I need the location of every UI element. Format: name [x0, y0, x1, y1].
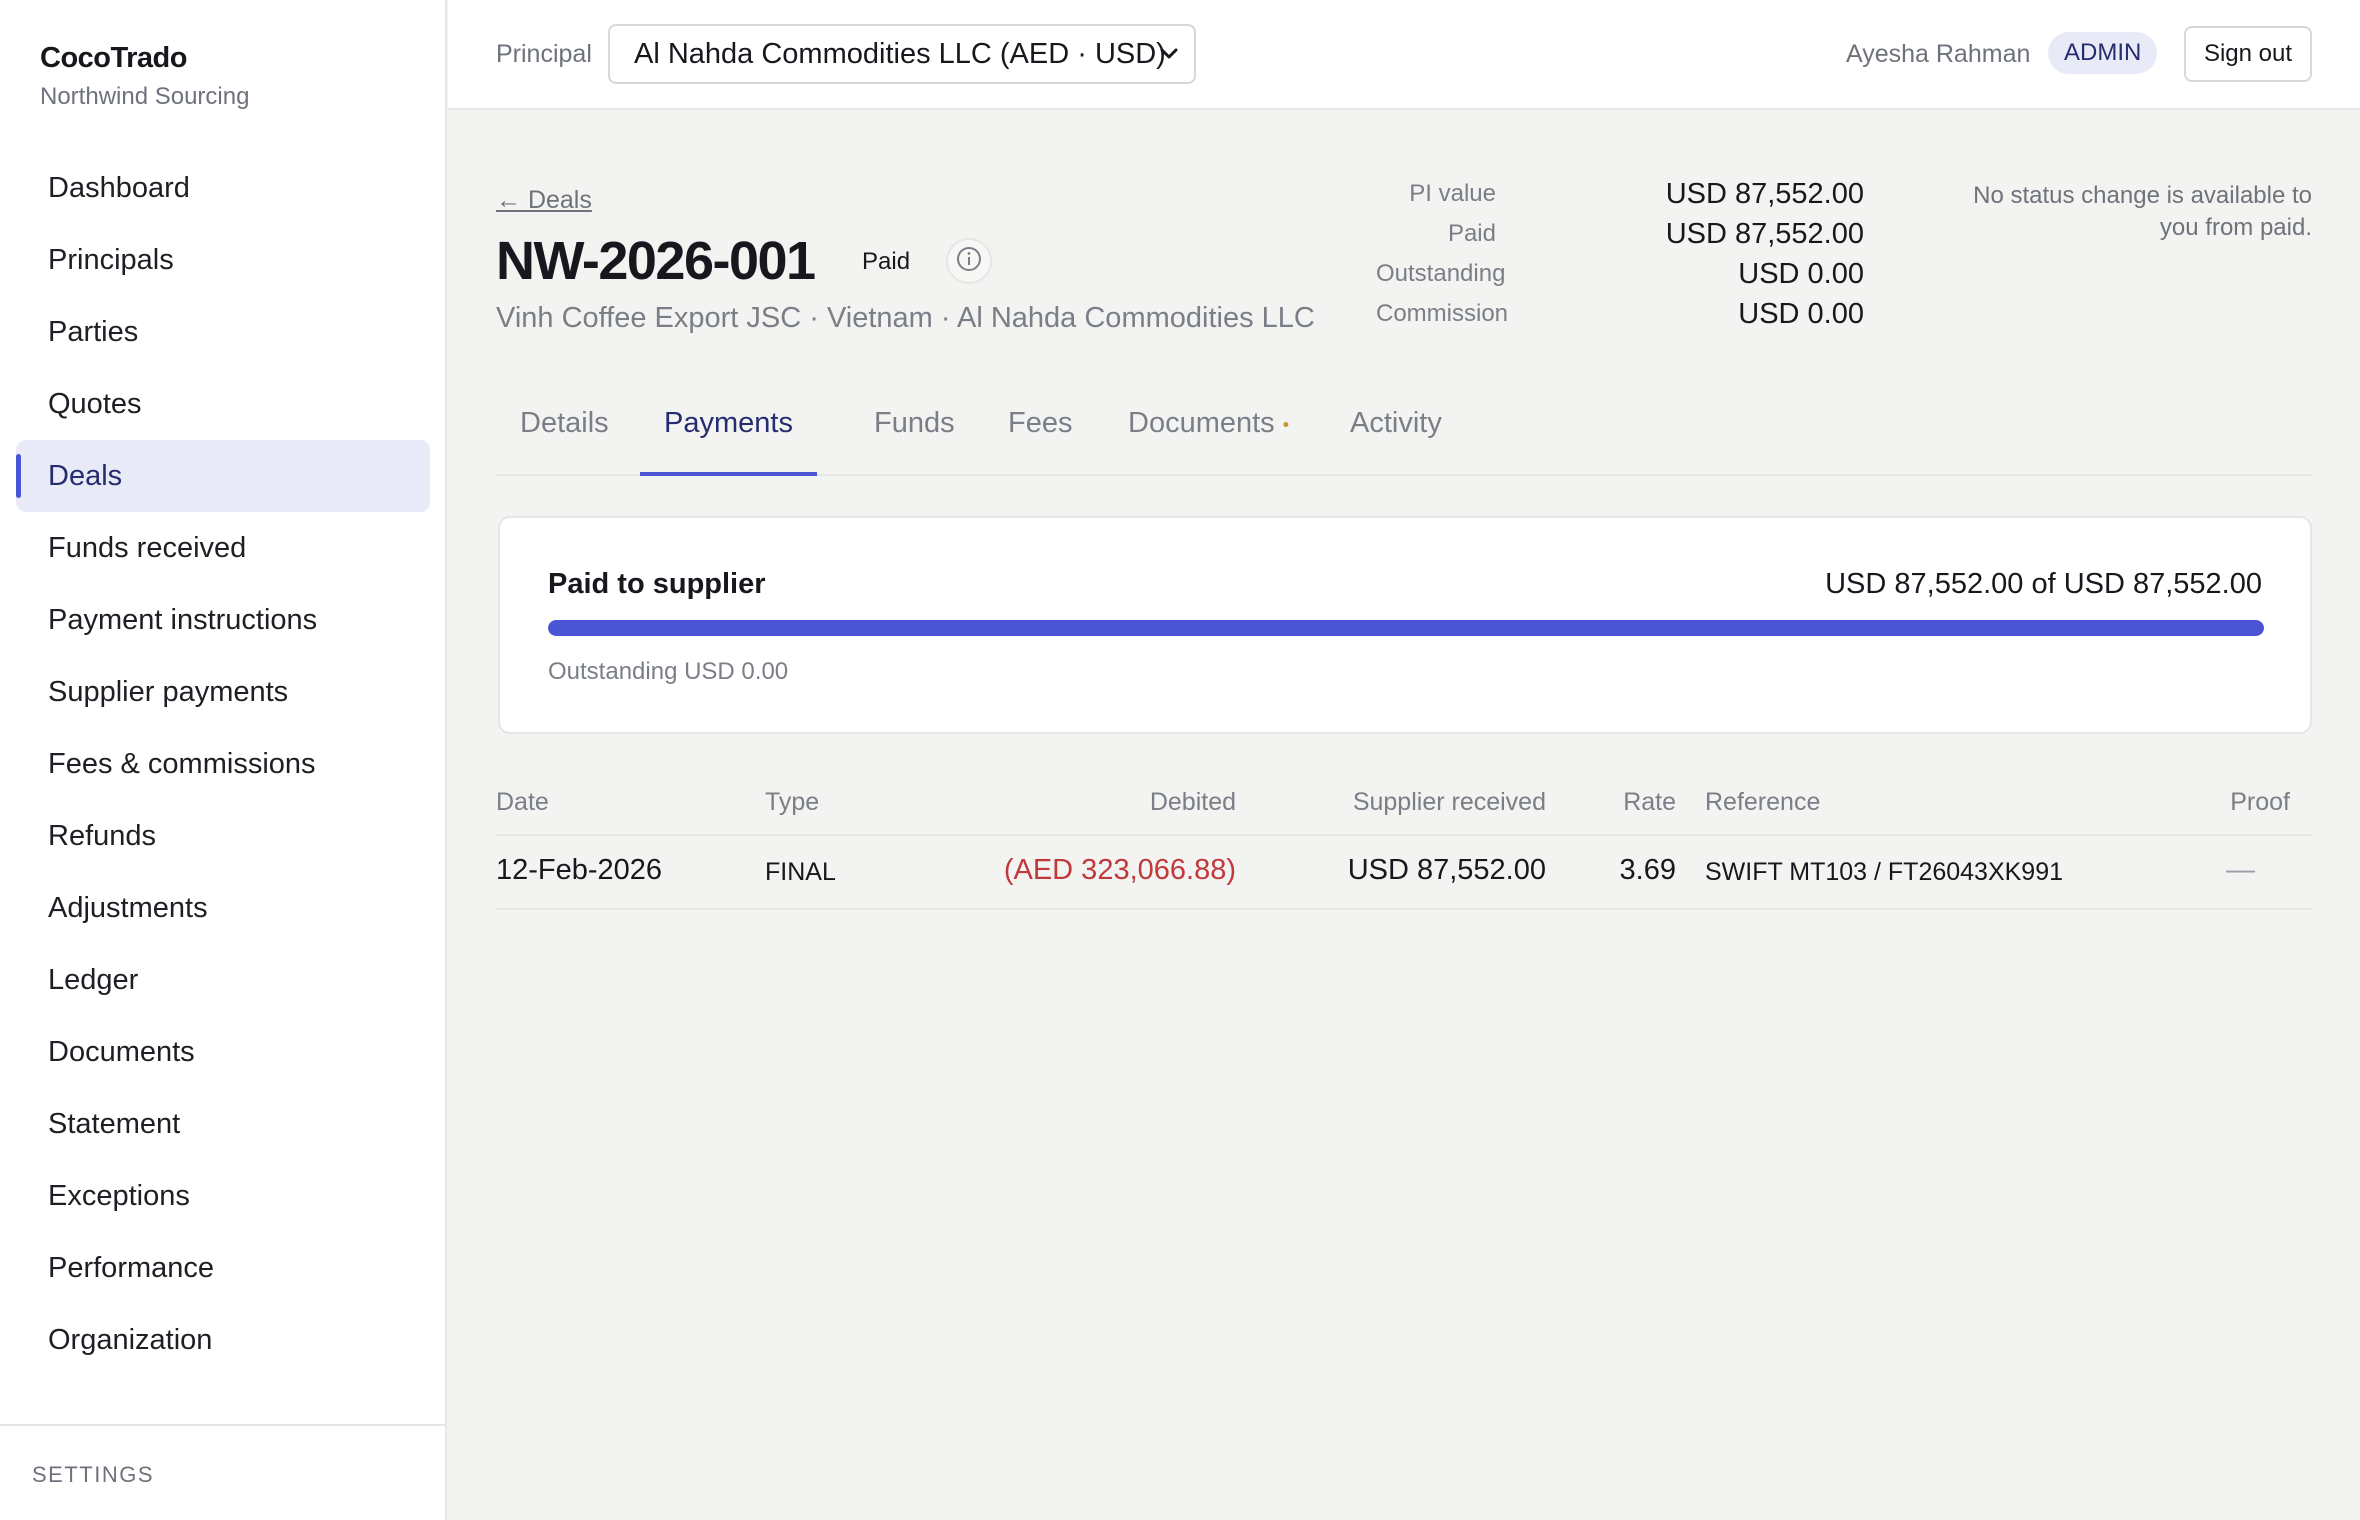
progress-bar-fill	[548, 620, 2264, 636]
sidebar-item-dashboard[interactable]: Dashboard	[16, 152, 430, 224]
sidebar-item-fees-commissions[interactable]: Fees & commissions	[16, 728, 430, 800]
principal-label: Principal	[496, 40, 592, 68]
sidebar-item-exceptions[interactable]: Exceptions	[16, 1160, 430, 1232]
deal-tabs: Details Payments Funds Fees Documents • …	[496, 390, 2312, 476]
tab-fees[interactable]: Fees	[984, 390, 1096, 476]
tab-activity-label: Activity	[1350, 407, 1442, 439]
sidebar-nav: Dashboard Principals Parties Quotes Deal…	[16, 152, 430, 1376]
sidebar-item-funds-received[interactable]: Funds received	[16, 512, 430, 584]
brand-subtitle: Northwind Sourcing	[40, 83, 250, 110]
deal-parties: Vinh Coffee Export JSC · Vietnam · Al Na…	[496, 302, 1315, 334]
row-reference: SWIFT MT103 / FT26043XK991	[1705, 858, 2064, 886]
sidebar-item-organization[interactable]: Organization	[16, 1304, 430, 1376]
col-rate: Rate	[1623, 788, 1676, 816]
chevron-down-icon	[1158, 26, 1180, 103]
sidebar-footer: SETTINGS	[0, 1424, 445, 1520]
tab-details-label: Details	[520, 407, 609, 439]
summary-values: USD 87,552.00 USD 87,552.00 USD 0.00 USD…	[1576, 174, 1864, 334]
brand: CocoTrado Northwind Sourcing	[40, 42, 249, 111]
tab-documents[interactable]: Documents •	[1104, 390, 1313, 476]
sidebar-item-adjustments[interactable]: Adjustments	[16, 872, 430, 944]
commission-label: Commission	[1376, 300, 1509, 327]
role-badge: ADMIN	[2048, 32, 2158, 74]
paid-value: USD 87,552.00	[1665, 218, 1864, 250]
payments-table: Date Type Debited Supplier received Rate…	[496, 766, 2312, 910]
brand-name: CocoTrado	[40, 42, 187, 74]
row-supplier-received: USD 87,552.00	[1347, 854, 1546, 886]
col-supplier-received: Supplier received	[1352, 788, 1546, 816]
principal-select[interactable]: Al Nahda Commodities LLC (AED · USD)	[608, 24, 1196, 84]
sidebar-item-parties[interactable]: Parties	[16, 296, 430, 368]
tab-funds[interactable]: Funds	[850, 390, 979, 476]
col-reference: Reference	[1705, 788, 1821, 816]
info-circle-icon	[956, 246, 982, 277]
sidebar: CocoTrado Northwind Sourcing Dashboard P…	[0, 0, 447, 1520]
user-name: Ayesha Rahman	[1846, 40, 2031, 68]
col-debited: Debited	[1149, 788, 1236, 816]
pi-value: USD 87,552.00	[1665, 178, 1864, 210]
sidebar-item-performance[interactable]: Performance	[16, 1232, 430, 1304]
summary-labels: PI value Paid Outstanding Commission	[1376, 174, 1509, 334]
payment-progress-card: Paid to supplier USD 87,552.00 of USD 87…	[498, 516, 2312, 734]
info-button[interactable]	[946, 238, 992, 284]
sidebar-item-refunds[interactable]: Refunds	[16, 800, 430, 872]
outstanding-label: Outstanding	[1376, 260, 1506, 287]
tab-payments-label: Payments	[664, 407, 793, 439]
tab-activity[interactable]: Activity	[1326, 390, 1466, 476]
tab-funds-label: Funds	[874, 407, 955, 439]
status-change-note: No status change is available to you fro…	[1973, 182, 2312, 241]
table-row[interactable]: 12-Feb-2026 FINAL (AED 323,066.88) USD 8…	[496, 836, 2312, 910]
sidebar-item-deals[interactable]: Deals	[16, 440, 430, 512]
documents-indicator-dot: •	[1282, 414, 1290, 435]
tab-documents-label: Documents	[1128, 407, 1275, 439]
tab-details[interactable]: Details	[496, 390, 633, 476]
row-debited: (AED 323,066.88)	[1003, 854, 1236, 886]
sidebar-item-payment-instructions[interactable]: Payment instructions	[16, 584, 430, 656]
sidebar-item-documents[interactable]: Documents	[16, 1016, 430, 1088]
col-date: Date	[496, 788, 549, 816]
pi-value-label: PI value	[1409, 180, 1496, 207]
progress-title: Paid to supplier	[548, 568, 766, 600]
tab-payments[interactable]: Payments	[640, 390, 817, 476]
progress-outstanding: Outstanding USD 0.00	[548, 658, 789, 685]
outstanding-value: USD 0.00	[1738, 258, 1864, 290]
tab-fees-label: Fees	[1008, 407, 1073, 439]
sidebar-item-supplier-payments[interactable]: Supplier payments	[16, 656, 430, 728]
row-proof: —	[2226, 854, 2255, 886]
sign-out-button[interactable]: Sign out	[2184, 26, 2312, 82]
settings-section-label[interactable]: SETTINGS	[32, 1462, 154, 1488]
sidebar-item-ledger[interactable]: Ledger	[16, 944, 430, 1016]
status-badge: Paid	[862, 248, 911, 275]
principal-select-value: Al Nahda Commodities LLC (AED · USD)	[634, 38, 1166, 70]
progress-amount: USD 87,552.00 of USD 87,552.00	[1825, 568, 2262, 600]
sidebar-item-principals[interactable]: Principals	[16, 224, 430, 296]
row-rate: 3.69	[1619, 854, 1676, 886]
sidebar-item-statement[interactable]: Statement	[16, 1088, 430, 1160]
back-to-deals-link[interactable]: ← Deals	[496, 186, 592, 215]
paid-label: Paid	[1447, 220, 1496, 247]
row-type: FINAL	[765, 858, 836, 886]
table-header: Date Type Debited Supplier received Rate…	[496, 766, 2312, 836]
progress-bar	[548, 620, 2264, 636]
topbar: Principal Al Nahda Commodities LLC (AED …	[448, 0, 2360, 110]
page-title: NW-2026-001	[496, 231, 816, 291]
row-date: 12-Feb-2026	[496, 854, 663, 886]
commission-value: USD 0.00	[1738, 298, 1864, 330]
col-proof: Proof	[2230, 788, 2290, 816]
col-type: Type	[765, 788, 820, 816]
sidebar-item-quotes[interactable]: Quotes	[16, 368, 430, 440]
